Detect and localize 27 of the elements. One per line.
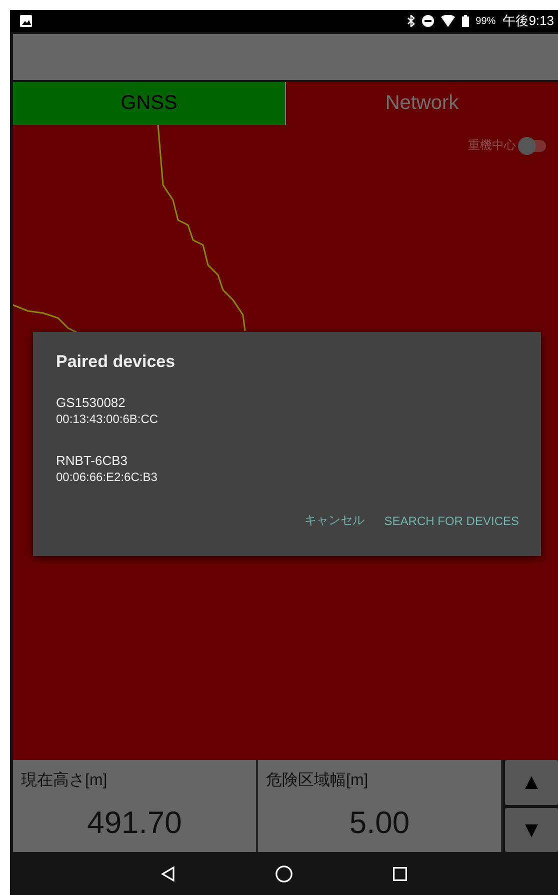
readout-value: 491.70 bbox=[86, 804, 183, 841]
stepper-button[interactable]: ▼ bbox=[505, 808, 558, 852]
bluetooth-icon bbox=[406, 15, 415, 27]
battery-percentage: 99% bbox=[476, 16, 496, 26]
device-address: 00:06:66:E2:6C:B3 bbox=[56, 469, 158, 486]
clock: 午後9:13 bbox=[502, 12, 554, 30]
home-icon[interactable] bbox=[275, 864, 293, 882]
wifi-icon bbox=[440, 15, 455, 27]
readout-value: 5.00 bbox=[348, 804, 411, 841]
dialog-title: Paired devices bbox=[56, 352, 176, 372]
device-address: 00:13:43:00:6B:CC bbox=[56, 411, 160, 428]
recents-icon[interactable] bbox=[393, 866, 407, 880]
readout-label: 危険区域幅[m] bbox=[265, 770, 370, 791]
toggle-switch[interactable] bbox=[520, 140, 546, 152]
tab[interactable]: Network bbox=[285, 82, 558, 125]
dialog-button[interactable]: SEARCH FOR DEVICES bbox=[384, 512, 519, 529]
toggle-label: 重機中心 bbox=[468, 137, 516, 154]
device-name[interactable]: RNBT-6CB3 bbox=[56, 452, 519, 469]
device-name[interactable]: GS1530082 bbox=[56, 394, 519, 411]
readout-label: 現在高さ[m] bbox=[20, 770, 108, 791]
tab[interactable]: GNSS bbox=[13, 82, 285, 125]
image-icon bbox=[20, 15, 32, 27]
stepper-button[interactable]: ▲ bbox=[505, 760, 558, 804]
battery-icon bbox=[462, 15, 469, 27]
do-not-disturb-icon bbox=[422, 15, 434, 27]
back-icon[interactable] bbox=[161, 866, 175, 882]
dialog-button[interactable]: キャンセル bbox=[304, 512, 364, 529]
